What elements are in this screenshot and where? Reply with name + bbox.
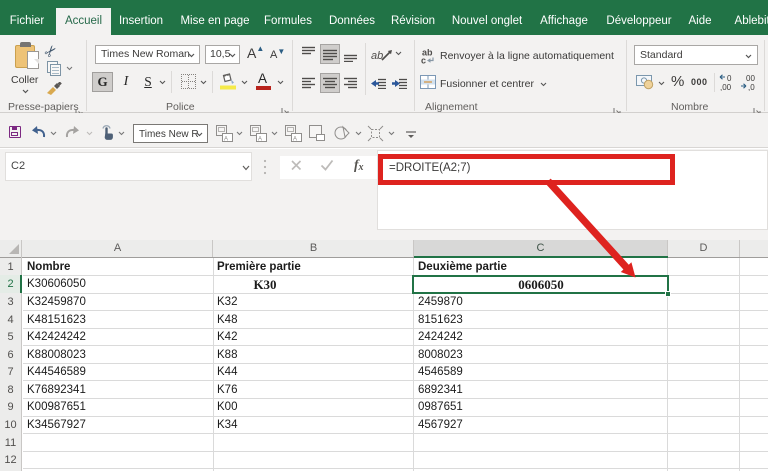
svg-text:A: A <box>293 137 297 143</box>
svg-text:,0: ,0 <box>748 83 755 91</box>
svg-text:00: 00 <box>746 74 755 83</box>
svg-text:A: A <box>258 137 262 143</box>
svg-text:,00: ,00 <box>720 83 732 91</box>
svg-text:A: A <box>224 137 228 143</box>
svg-text:0: 0 <box>727 74 732 83</box>
svg-text:c: c <box>421 56 426 65</box>
svg-text:ab: ab <box>371 50 383 62</box>
